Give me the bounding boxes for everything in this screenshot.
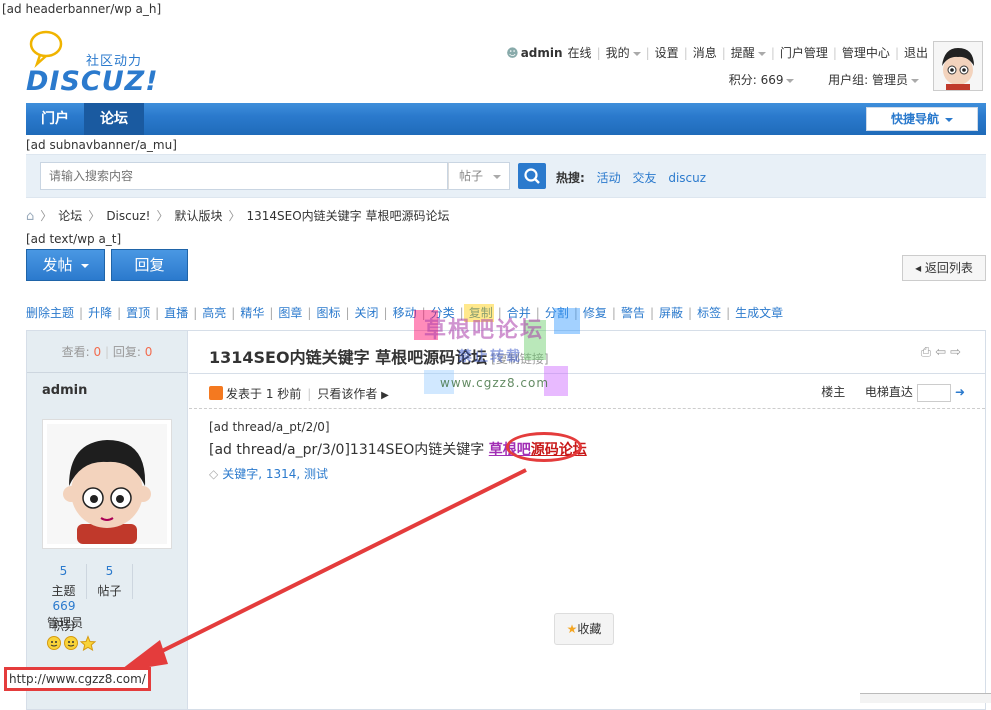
status-strip xyxy=(860,693,991,703)
annotation-arrow-icon xyxy=(118,468,527,672)
status-url: http://www.cgzz8.com/ xyxy=(4,667,151,691)
